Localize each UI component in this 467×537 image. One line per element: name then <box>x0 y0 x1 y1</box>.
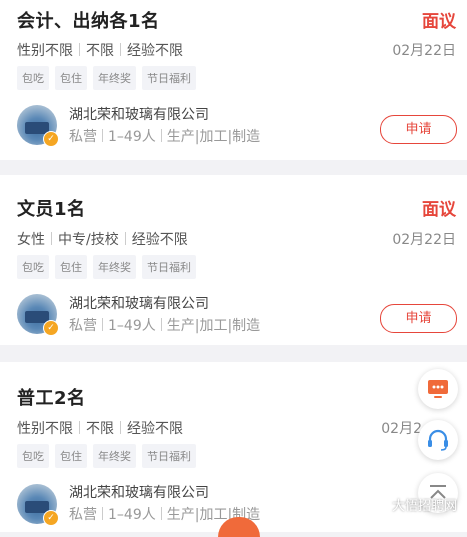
online-consult-button[interactable] <box>418 369 458 409</box>
req-experience: 经验不限 <box>127 43 183 59</box>
company-size: 1–49人 <box>108 507 156 523</box>
req-education: 不限 <box>86 43 114 59</box>
job-title: 会计、出纳各1名 <box>17 11 160 32</box>
tag: 年终奖 <box>93 444 136 468</box>
tag: 包住 <box>55 255 87 279</box>
tag: 年终奖 <box>93 255 136 279</box>
divider <box>102 318 103 331</box>
company-size: 1–49人 <box>108 318 156 334</box>
salary: 面议 <box>422 200 456 220</box>
salary: 面议 <box>422 12 456 32</box>
company-industry: 生产|加工|制造 <box>166 129 261 145</box>
company-industry: 生产|加工|制造 <box>166 318 261 334</box>
req-experience: 经验不限 <box>127 421 183 437</box>
monitor-chat-icon <box>428 380 448 398</box>
company-name[interactable]: 湖北荣和玻璃有限公司 <box>69 104 209 124</box>
company-name[interactable]: 湖北荣和玻璃有限公司 <box>69 482 209 502</box>
benefit-tags: 包吃 包住 年终奖 节日福利 <box>17 444 196 468</box>
job-card[interactable]: 文员1名 面议 女性 中专/技校 经验不限 02月22日 包吃 包住 年终奖 节日福… <box>0 175 467 345</box>
company-type: 私营 <box>69 129 97 145</box>
tag: 包吃 <box>17 444 49 468</box>
tag: 节日福利 <box>142 444 196 468</box>
req-education: 不限 <box>86 421 114 437</box>
company-meta: 私营 1–49人 生产|加工|制造 <box>69 126 262 146</box>
post-date: 02月22日 <box>392 43 456 59</box>
headset-icon <box>428 429 448 451</box>
requirements: 性别不限 不限 经验不限 <box>17 40 183 60</box>
company-size: 1–49人 <box>108 129 156 145</box>
divider <box>79 421 80 434</box>
verified-badge-icon: ✓ <box>43 320 59 336</box>
tag: 包吃 <box>17 255 49 279</box>
apply-button[interactable]: 申请 <box>380 115 457 144</box>
verified-badge-icon: ✓ <box>43 131 59 147</box>
company-avatar[interactable]: ✓ <box>17 105 59 147</box>
watermark: 大悟招聘网 <box>371 495 457 514</box>
post-date: 02月22日 <box>392 232 456 248</box>
tag: 节日福利 <box>142 66 196 90</box>
divider <box>120 43 121 56</box>
company-avatar[interactable]: ✓ <box>17 484 59 526</box>
watermark-text: 大悟招聘网 <box>391 499 457 514</box>
divider <box>102 129 103 142</box>
company-name[interactable]: 湖北荣和玻璃有限公司 <box>69 293 209 313</box>
company-avatar[interactable]: ✓ <box>17 294 59 336</box>
wechat-icon <box>371 497 388 511</box>
company-type: 私营 <box>69 318 97 334</box>
requirements: 性别不限 不限 经验不限 <box>17 418 183 438</box>
req-education: 中专/技校 <box>58 232 119 248</box>
divider <box>124 232 126 245</box>
apply-button[interactable]: 申请 <box>380 304 457 333</box>
tag: 包住 <box>55 444 87 468</box>
job-card[interactable]: 会计、出纳各1名 面议 性别不限 不限 经验不限 02月22日 包吃 包住 年终奖 … <box>0 0 467 160</box>
benefit-tags: 包吃 包住 年终奖 节日福利 <box>17 66 196 90</box>
req-gender: 性别不限 <box>17 43 73 59</box>
requirements: 女性 中专/技校 经验不限 <box>17 229 188 249</box>
job-title: 普工2名 <box>17 388 86 409</box>
divider <box>120 421 121 434</box>
verified-badge-icon: ✓ <box>43 510 59 526</box>
divider <box>51 232 52 245</box>
tag: 包住 <box>55 66 87 90</box>
req-gender: 女性 <box>17 232 45 248</box>
benefit-tags: 包吃 包住 年终奖 节日福利 <box>17 255 196 279</box>
customer-service-button[interactable] <box>418 420 458 460</box>
post-date: 02月2 <box>381 421 422 437</box>
tag: 节日福利 <box>142 255 196 279</box>
divider <box>79 43 80 56</box>
req-experience: 经验不限 <box>131 232 188 248</box>
job-title: 文员1名 <box>17 199 86 220</box>
tag: 年终奖 <box>93 66 136 90</box>
divider <box>160 129 162 142</box>
tag: 包吃 <box>17 66 49 90</box>
company-type: 私营 <box>69 507 97 523</box>
divider <box>160 318 162 331</box>
company-meta: 私营 1–49人 生产|加工|制造 <box>69 315 262 335</box>
req-gender: 性别不限 <box>17 421 73 437</box>
divider <box>102 507 103 520</box>
divider <box>160 507 162 520</box>
